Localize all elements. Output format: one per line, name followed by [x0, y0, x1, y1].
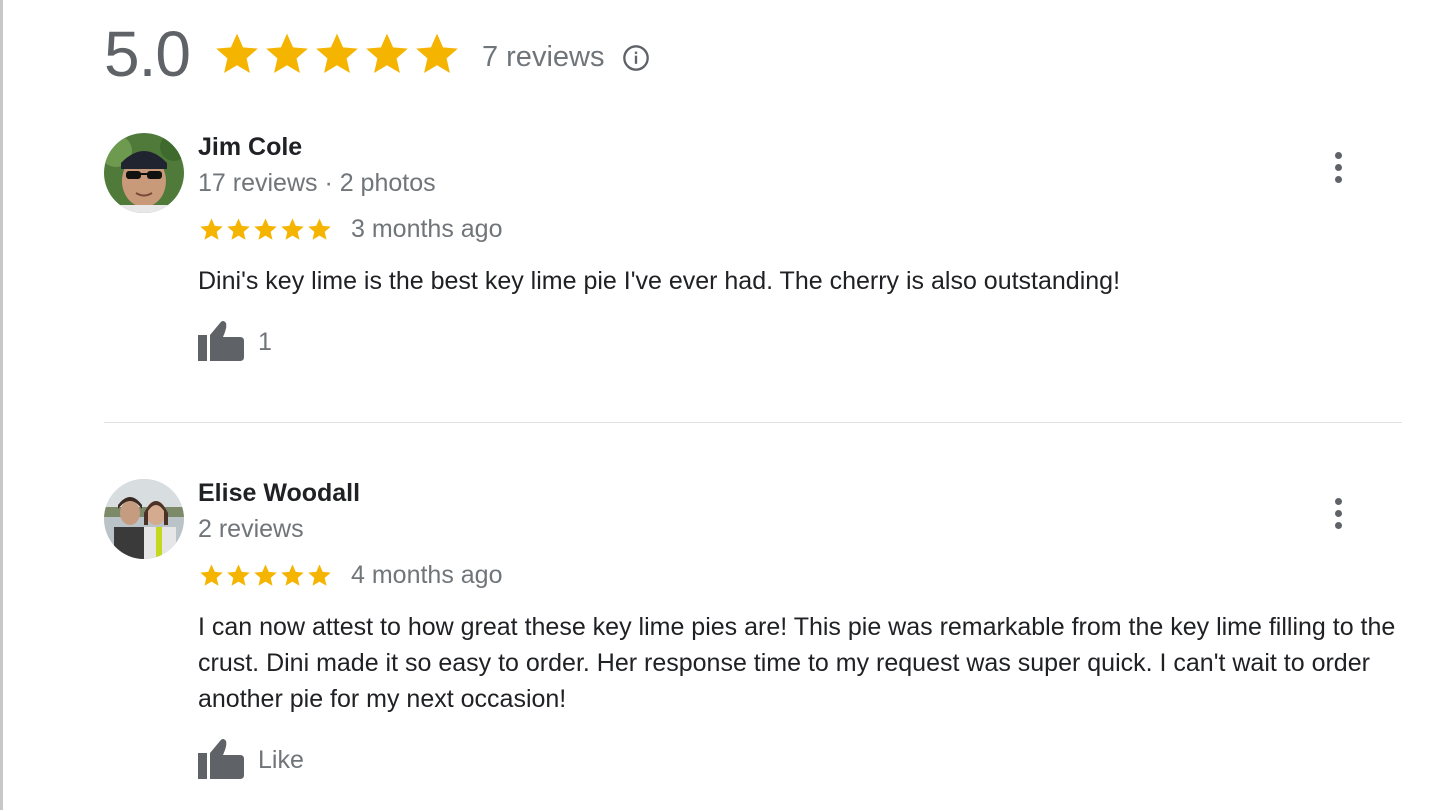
more-options-button[interactable]: [1326, 495, 1350, 531]
more-vert-dot: [1334, 522, 1342, 529]
review-count: 7 reviews: [481, 40, 605, 73]
review-date: 4 months ago: [351, 561, 503, 589]
like-label: Like: [258, 745, 304, 774]
summary-star-rating: [212, 29, 462, 79]
reviewer-meta: 2 reviews: [198, 515, 304, 543]
star-icon: [281, 218, 304, 240]
info-icon[interactable]: [622, 44, 650, 72]
rating-summary: 5.0 7 reviews: [104, 14, 650, 94]
avatar-man-sunglasses: [104, 133, 184, 213]
review-rating: 3 months ago: [198, 215, 503, 244]
star-icon: [254, 564, 277, 586]
star-icon: [308, 564, 331, 586]
like-count: 1: [258, 327, 272, 356]
thumbs-up-icon: [198, 739, 244, 779]
star-icon: [254, 218, 277, 240]
avatar[interactable]: [104, 133, 184, 213]
more-vert-dot: [1334, 510, 1342, 517]
avatar-two-women: [104, 479, 184, 559]
review-divider: [104, 422, 1402, 423]
star-icon: [227, 218, 250, 240]
more-vert-icon: [1334, 152, 1342, 159]
average-score: 5.0: [104, 18, 191, 90]
star-icon: [366, 33, 408, 73]
reviewer-name[interactable]: Jim Cole: [198, 133, 302, 162]
reviewer-name[interactable]: Elise Woodall: [198, 479, 360, 508]
reviews-panel: 5.0 7 reviews Jim Cole 17 reviews · 2 ph…: [0, 0, 1442, 810]
star-icon: [200, 218, 223, 240]
more-options-button[interactable]: [1326, 149, 1350, 185]
window-edge: [0, 0, 3, 810]
like-button[interactable]: Like: [198, 737, 304, 779]
star-icon: [200, 564, 223, 586]
star-icon: [316, 33, 358, 73]
avatar[interactable]: [104, 479, 184, 559]
reviewer-meta: 17 reviews · 2 photos: [198, 169, 436, 197]
star-icon: [308, 218, 331, 240]
star-icon: [266, 33, 308, 73]
star-icon: [281, 564, 304, 586]
more-vert-dot: [1334, 164, 1342, 171]
review-text: I can now attest to how great these key …: [198, 613, 1396, 713]
star-icon: [216, 33, 258, 73]
review-rating: 4 months ago: [198, 561, 503, 590]
review-text: Dini's key lime is the best key lime pie…: [198, 267, 1121, 295]
star-icon: [416, 33, 458, 73]
star-icon: [227, 564, 250, 586]
more-vert-dot: [1334, 176, 1342, 183]
thumbs-up-icon: [198, 321, 244, 361]
review-date: 3 months ago: [351, 215, 503, 243]
like-button[interactable]: 1: [198, 319, 272, 361]
more-vert-icon: [1334, 498, 1342, 505]
